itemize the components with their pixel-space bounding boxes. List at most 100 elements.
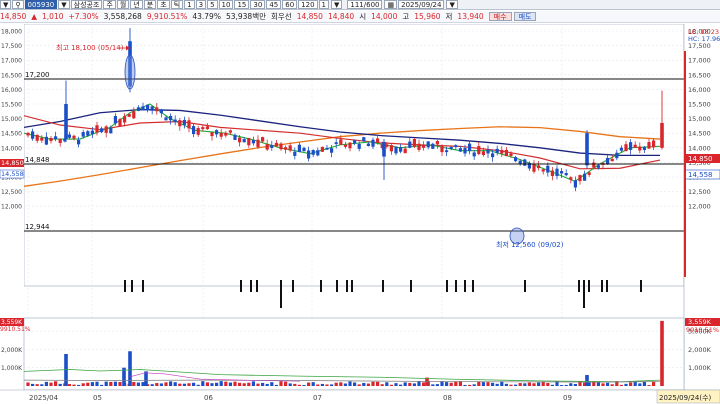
current-price-box-label: 14,850	[688, 155, 713, 163]
candle-body	[26, 132, 30, 136]
volume-bar	[546, 383, 550, 386]
volume-bar	[541, 381, 545, 386]
candle-body	[201, 127, 205, 130]
signal-mark	[583, 280, 585, 308]
candle-body	[587, 172, 591, 175]
volume-ratio: 9,910.51%	[146, 12, 188, 21]
stock-code-input[interactable]: 005930	[24, 0, 58, 9]
quote-price-3: 14,840	[327, 12, 355, 21]
interval-3-button[interactable]: 3	[195, 0, 207, 9]
candle-body	[265, 144, 269, 150]
volume-bar	[362, 382, 366, 386]
left-price-tick-label: 18,000	[1, 29, 22, 36]
volume-bar	[44, 381, 48, 386]
period-week-button[interactable]: 주	[103, 0, 116, 9]
interval-30-button[interactable]: 30	[250, 0, 266, 9]
candle-body	[159, 109, 163, 114]
candle-body	[463, 148, 467, 154]
volume-bar	[491, 382, 495, 386]
volume-bar	[159, 383, 163, 386]
volume-bar	[647, 385, 651, 386]
date-dropdown[interactable]: ▼	[446, 0, 458, 9]
period-month-button[interactable]: 월	[116, 0, 130, 9]
candle-body	[629, 142, 633, 150]
candle-body	[261, 137, 265, 142]
ma-price-box-label: 14,558	[688, 171, 713, 179]
volume-bar	[35, 384, 39, 386]
candle-body	[606, 157, 610, 164]
period-year-button[interactable]: 년	[130, 0, 143, 9]
interval-input[interactable]: 1	[318, 0, 329, 9]
interval-45-button[interactable]: 45	[266, 0, 282, 9]
volume-bar	[601, 383, 605, 386]
volume-bar	[150, 384, 154, 386]
candle-body	[242, 139, 246, 143]
candle-body	[302, 147, 306, 152]
period-minute-button[interactable]: 분	[143, 0, 157, 9]
stock-dropdown[interactable]: ▼	[0, 0, 12, 9]
candle-body	[624, 144, 628, 152]
interval-dropdown[interactable]: ▼	[331, 0, 343, 9]
candle-body	[578, 175, 582, 182]
candle-body	[173, 119, 177, 123]
buy-button[interactable]: 매수	[488, 12, 512, 21]
candle-body	[192, 126, 196, 135]
candle-body	[155, 107, 159, 112]
volume-bar	[422, 382, 426, 386]
candle-body	[514, 157, 518, 162]
candle-body	[555, 168, 559, 177]
candle-body	[573, 180, 577, 188]
volume-bar	[169, 381, 173, 386]
volume-bar	[463, 384, 467, 386]
left-ma-box-label: 14,558	[1, 170, 24, 178]
interval-1-button[interactable]: 1	[184, 0, 195, 9]
signal-mark	[588, 280, 590, 292]
price-tick-label: 14,500	[688, 130, 711, 138]
signal-mark	[606, 280, 608, 292]
date-input[interactable]: 2025/09/24	[398, 0, 445, 9]
candle-body	[468, 143, 472, 152]
interval-120-button[interactable]: 120	[298, 0, 318, 9]
candle-body	[343, 144, 347, 147]
volume-bar	[67, 384, 71, 386]
price-panel	[23, 24, 685, 287]
volume-bar	[435, 384, 439, 386]
candle-body	[596, 165, 600, 168]
left-price-tick-label: 16,000	[1, 87, 22, 94]
stock-code-dropdown[interactable]: ▼	[58, 0, 70, 9]
volume-bar	[518, 383, 522, 386]
candle-body	[40, 137, 44, 141]
candle-body	[270, 145, 274, 148]
interval-60-button[interactable]: 60	[282, 0, 298, 9]
candle-body	[228, 130, 232, 133]
calendar-icon[interactable]: ▦	[384, 0, 398, 9]
candle-body	[196, 128, 200, 135]
candle-body	[541, 169, 545, 172]
volume-bar	[26, 382, 30, 386]
volume-bar	[550, 384, 554, 386]
sell-button[interactable]: 매도	[513, 12, 537, 21]
candle-body	[238, 137, 242, 143]
volume-bar	[334, 382, 338, 386]
volume-bar	[537, 382, 541, 386]
search-icon[interactable]: ⚲	[12, 0, 24, 9]
volume-bar	[297, 384, 301, 386]
volume-bar	[132, 381, 136, 386]
signal-mark	[336, 280, 338, 292]
interval-5-button[interactable]: 5	[207, 0, 218, 9]
volume-bar	[449, 382, 453, 386]
interval-15-button[interactable]: 15	[234, 0, 250, 9]
volume-bar	[104, 381, 108, 386]
left-price-tick-label: 12,500	[1, 189, 22, 196]
volume-bar	[274, 384, 278, 386]
volume-bar	[90, 382, 94, 386]
period-second-button[interactable]: 초	[157, 0, 170, 9]
current-ratio-box-label: 9910.51%	[686, 326, 719, 334]
volume-bar	[256, 383, 260, 386]
candle-body	[132, 111, 136, 119]
signal-mark	[446, 280, 448, 292]
interval-10-button[interactable]: 10	[218, 0, 234, 9]
period-tick-button[interactable]: 틱	[170, 0, 184, 9]
stock-chart[interactable]: 17,200 14,848 12,944 최고 18,100 (05/14) 최…	[0, 24, 720, 404]
candle-body	[362, 137, 366, 142]
